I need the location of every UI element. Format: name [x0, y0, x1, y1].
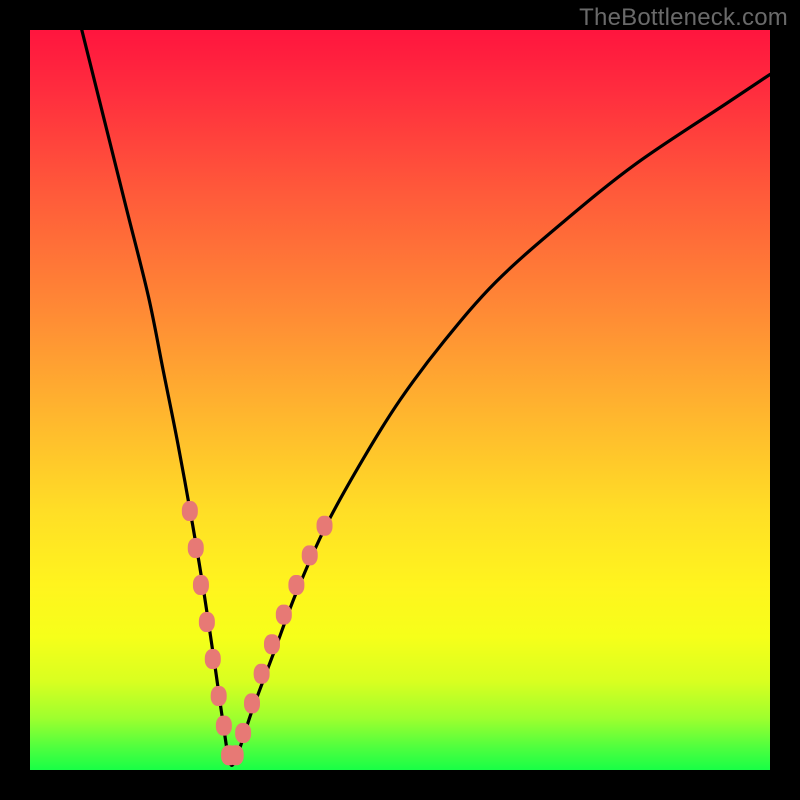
curve-marker: [317, 516, 333, 536]
curve-marker: [302, 545, 318, 565]
watermark-text: TheBottleneck.com: [579, 4, 788, 32]
curve-marker: [235, 723, 251, 743]
curve-marker: [216, 716, 232, 736]
curve-layer: [82, 30, 770, 765]
curve-marker: [228, 745, 244, 765]
curve-marker: [211, 686, 227, 706]
chart-plot-area: [30, 30, 770, 770]
curve-marker: [288, 575, 304, 595]
curve-marker: [188, 538, 204, 558]
curve-marker: [244, 693, 260, 713]
marker-layer: [182, 501, 333, 765]
curve-marker: [199, 612, 215, 632]
bottleneck-curve-svg: [30, 30, 770, 770]
curve-marker: [276, 605, 292, 625]
curve-marker: [193, 575, 209, 595]
chart-frame: TheBottleneck.com: [0, 0, 800, 800]
curve-marker: [254, 664, 270, 684]
curve-marker: [182, 501, 198, 521]
curve-marker: [205, 649, 221, 669]
curve-marker: [264, 634, 280, 654]
bottleneck-curve: [82, 30, 770, 765]
